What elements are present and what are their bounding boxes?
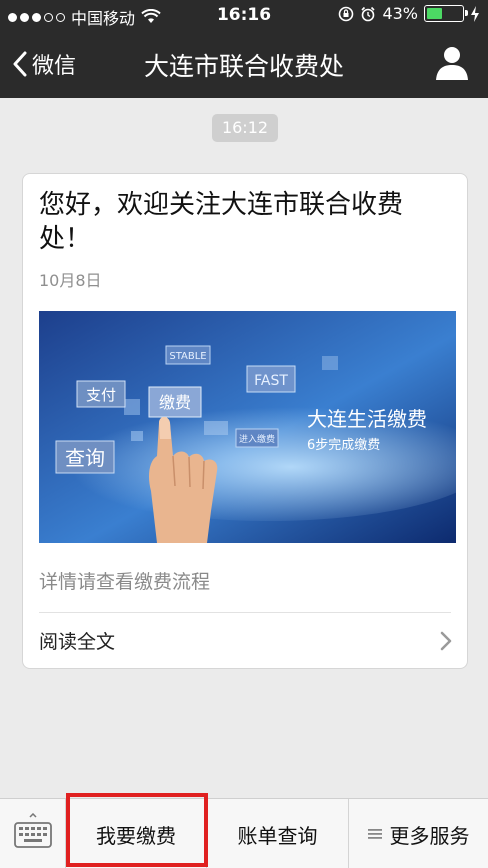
cover-illustration: STABLE FAST 支付 缴费 查询 进入缴费 大连生活缴费 6步完成缴费 (39, 311, 456, 543)
rotation-lock-icon (339, 6, 354, 21)
chevron-right-icon (440, 631, 452, 651)
battery-percent: 43% (382, 4, 418, 23)
nav-bar: 微信 大连市联合收费处 (0, 30, 488, 98)
read-more-label: 阅读全文 (39, 631, 116, 653)
article-date: 10月8日 (39, 271, 102, 290)
read-more-link[interactable]: 阅读全文 (23, 613, 467, 669)
chip-payment: 缴费 (159, 393, 191, 412)
charging-icon (471, 5, 479, 22)
message-time-chip: 16:12 (212, 114, 278, 142)
article-card[interactable]: 您好，欢迎关注大连市联合收费处！ 10月8日 STABLE FAST 支付 缴费… (22, 173, 468, 669)
alarm-icon (361, 6, 376, 21)
cover-heading: 大连生活缴费 (307, 407, 427, 431)
menu-bill-query-button[interactable]: 账单查询 (207, 799, 349, 868)
user-profile-icon[interactable] (434, 44, 470, 82)
cover-subheading: 6步完成缴费 (307, 438, 380, 453)
keyboard-icon (14, 813, 52, 848)
submenu-lines-icon (367, 829, 382, 839)
article-description: 详情请查看缴费流程 (39, 571, 211, 593)
chip-query: 查询 (65, 446, 105, 470)
menu-pay-button[interactable]: 我要缴费 (66, 799, 207, 868)
chip-pay: 支付 (86, 386, 116, 404)
menu-pay-label: 我要缴费 (96, 823, 176, 848)
chip-stable: STABLE (169, 351, 206, 362)
menu-more-services-label: 更多服务 (389, 823, 470, 848)
status-bar: 中国移动 16:16 43% (0, 0, 488, 30)
article-title: 您好，欢迎关注大连市联合收费处！ (39, 190, 404, 254)
bottom-menu-bar: 我要缴费 账单查询 更多服务 (0, 798, 488, 868)
chip-enter: 进入缴费 (239, 433, 275, 445)
battery-icon (424, 5, 468, 22)
keyboard-toggle-button[interactable] (0, 799, 66, 868)
status-right: 43% (338, 4, 480, 23)
article-cover-image[interactable]: STABLE FAST 支付 缴费 查询 进入缴费 大连生活缴费 6步完成缴费 (39, 311, 456, 543)
page-title: 大连市联合收费处 (143, 52, 344, 81)
chip-fast: FAST (254, 373, 288, 389)
menu-bill-query-label: 账单查询 (237, 823, 318, 848)
menu-more-services-button[interactable]: 更多服务 (349, 799, 488, 868)
